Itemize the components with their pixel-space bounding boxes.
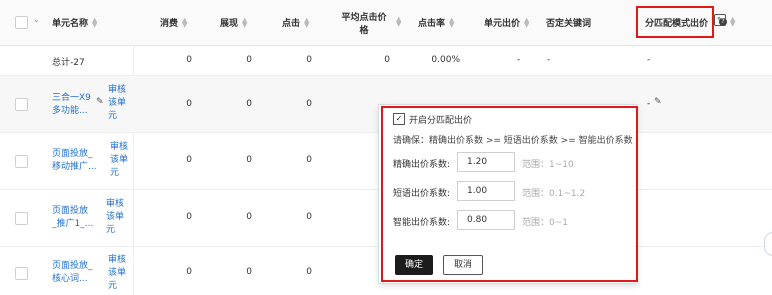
- row-impressions: 0: [246, 212, 252, 222]
- sort-icon[interactable]: ▲ ▼: [92, 16, 97, 28]
- total-ctr: 0.00%: [431, 55, 460, 65]
- scroll-handle[interactable]: [764, 232, 772, 256]
- select-all-checkbox[interactable]: [15, 16, 28, 29]
- row-checkbox[interactable]: [15, 98, 28, 111]
- edit-icon[interactable]: ✎: [654, 97, 662, 107]
- header-unit-name[interactable]: 单元名称 ▲ ▼: [52, 0, 97, 45]
- row-cost: 0: [186, 155, 192, 165]
- row-impressions: 0: [246, 267, 252, 277]
- help-icon[interactable]: ?: [719, 18, 727, 26]
- row-clicks: 0: [306, 155, 312, 165]
- unit-status[interactable]: 审核 该单元: [106, 198, 124, 237]
- unit-status[interactable]: 审核 该单元: [108, 254, 126, 293]
- total-negative-keywords: -: [547, 55, 551, 65]
- sort-icon[interactable]: ▲ ▼: [730, 16, 735, 28]
- unit-name-link[interactable]: 页面投放 _推广1_...: [52, 205, 93, 231]
- unit-name-link[interactable]: 三合一X9 多功能...: [52, 92, 91, 118]
- row-clicks: 0: [306, 267, 312, 277]
- total-unit-bid: -: [517, 55, 521, 65]
- header-negative-keywords: 否定关键词: [546, 19, 592, 29]
- header-avg-cpc[interactable]: 平均点击价格: [331, 0, 397, 45]
- row-impressions: 0: [246, 155, 252, 165]
- row-checkbox[interactable]: [15, 155, 28, 168]
- sort-icon[interactable]: ▲ ▼: [182, 16, 187, 28]
- row-clicks: 0: [306, 99, 312, 109]
- unit-status[interactable]: 审核 该单元: [110, 141, 128, 180]
- edit-icon[interactable]: ✎: [96, 97, 104, 107]
- row-cost: 0: [186, 267, 192, 277]
- unit-name-link[interactable]: 页面投放_ 核心词...: [52, 260, 93, 286]
- row-match-bid: -: [647, 99, 651, 109]
- row-checkbox[interactable]: [15, 267, 28, 280]
- total-match-bid: -: [647, 55, 651, 65]
- header-unit-bid[interactable]: 单元出价 ▲ ▼: [484, 0, 529, 45]
- total-label: 总计-27: [52, 58, 85, 68]
- row-clicks: 0: [306, 212, 312, 222]
- header-cost[interactable]: 消费 ▲ ▼: [160, 0, 187, 45]
- row-impressions: 0: [246, 99, 252, 109]
- row-cost: 0: [186, 212, 192, 222]
- sort-icon[interactable]: ▲ ▼: [449, 16, 454, 28]
- sort-icon[interactable]: ▲ ▼: [396, 16, 401, 28]
- unit-status[interactable]: 审核 该单元: [108, 84, 126, 123]
- header-clicks[interactable]: 点击 ▲ ▼: [282, 0, 309, 45]
- highlight-box-popup: [381, 106, 638, 282]
- total-impressions: 0: [246, 55, 252, 65]
- chevron-down-icon[interactable]: ⌄: [33, 15, 40, 24]
- sort-icon[interactable]: ▲ ▼: [242, 16, 247, 28]
- row-checkbox[interactable]: [15, 212, 28, 225]
- total-clicks: 0: [306, 55, 312, 65]
- total-cost: 0: [186, 55, 192, 65]
- row-cost: 0: [186, 99, 192, 109]
- sort-icon[interactable]: ▲ ▼: [304, 16, 309, 28]
- unit-name-link[interactable]: 页面投放_ 移动推广...: [52, 148, 97, 174]
- highlight-box-header: [636, 6, 714, 38]
- total-avg-cpc: 0: [384, 55, 390, 65]
- header-impressions[interactable]: 展现 ▲ ▼: [220, 0, 247, 45]
- sort-icon[interactable]: ▲ ▼: [524, 16, 529, 28]
- header-ctr[interactable]: 点击率 ▲ ▼: [418, 0, 454, 45]
